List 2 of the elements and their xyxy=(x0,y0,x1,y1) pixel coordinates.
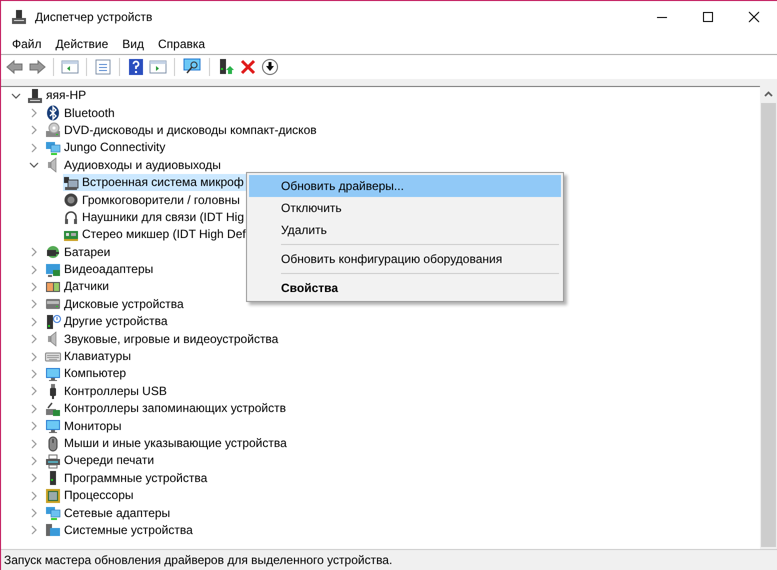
status-text: Запуск мастера обновления драйверов для выделенного устройства. xyxy=(4,553,392,567)
window-title: Диспетчер устройств xyxy=(35,10,152,24)
